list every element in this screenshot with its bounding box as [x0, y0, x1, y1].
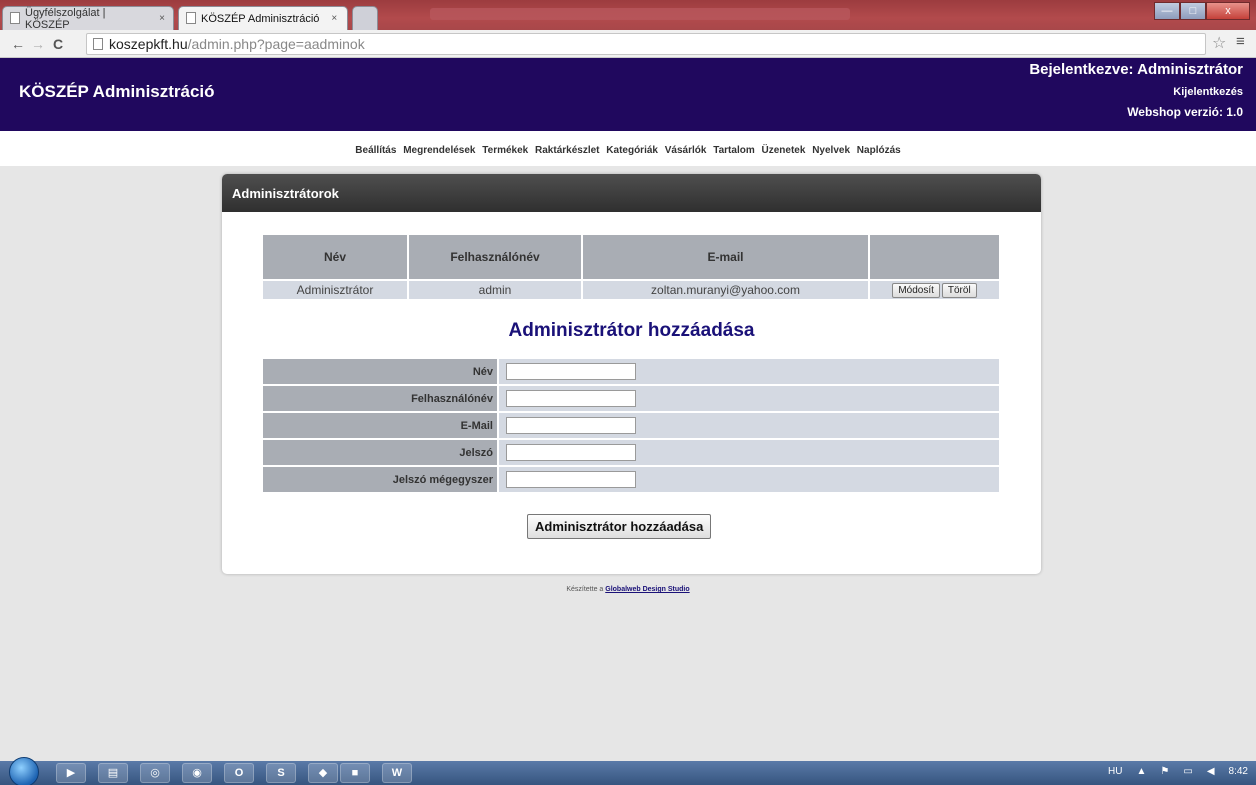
flag-icon[interactable]: ⚑ [1160, 766, 1169, 777]
cell-username: admin [409, 281, 581, 299]
nav-item-megrendelesek[interactable]: Megrendelések [403, 145, 475, 156]
form-row-username: Felhasználónév [263, 386, 999, 411]
save-icon[interactable]: ■ [340, 763, 370, 783]
footer-text: Készítette a [566, 586, 604, 593]
name-input[interactable] [506, 362, 636, 380]
nav-item-raktarkeszlet[interactable]: Raktárkészlet [535, 145, 599, 156]
password-confirm-input[interactable] [506, 470, 636, 488]
browser-toolbar: ← → C koszepkft.hu/admin.php?page=aadmin… [0, 30, 1256, 58]
footer-link[interactable]: Globalweb Design Studio [605, 586, 689, 593]
explorer-icon[interactable]: ▤ [98, 763, 128, 783]
table-row: Adminisztrátor admin zoltan.muranyi@yaho… [263, 281, 999, 299]
address-bar[interactable]: koszepkft.hu/admin.php?page=aadminok [86, 33, 1206, 55]
edit-button[interactable]: Módosít [892, 283, 940, 298]
column-header-name: Név [263, 235, 407, 279]
column-header-username: Felhasználónév [409, 235, 581, 279]
url-host: koszepkft.hu [109, 36, 188, 52]
password-confirm-label: Jelszó mégegyszer [263, 467, 497, 492]
name-label: Név [263, 359, 497, 384]
reload-icon[interactable]: C [48, 36, 68, 52]
column-header-actions [870, 235, 999, 279]
page-icon [186, 12, 196, 24]
nav-item-vasarlok[interactable]: Vásárlók [665, 145, 707, 156]
admins-table: Név Felhasználónév E-mail Adminisztrátor… [261, 233, 1001, 301]
logout-link[interactable]: Kijelentkezés [1029, 86, 1243, 98]
system-tray: HU ▲ ⚑ ▭ ◀ 8:42 [1108, 766, 1248, 777]
form-row-password-confirm: Jelszó mégegyszer [263, 467, 999, 492]
admins-panel: Adminisztrátorok Név Felhasználónév E-ma… [222, 174, 1041, 574]
password-input[interactable] [506, 443, 636, 461]
url-path: /admin.php?page=aadminok [187, 36, 365, 52]
username-input[interactable] [506, 389, 636, 407]
firefox-icon[interactable]: ◉ [182, 763, 212, 783]
add-admin-form: Név Felhasználónév E-Mail Jelszó Jelszó … [261, 357, 1001, 494]
bookmark-star-icon[interactable]: ☆ [1212, 33, 1226, 53]
delete-button[interactable]: Töröl [941, 283, 977, 298]
network-icon[interactable]: ▭ [1183, 766, 1192, 777]
add-admin-button[interactable]: Adminisztrátor hozzáadása [527, 514, 712, 539]
page-icon [10, 12, 20, 24]
forward-icon[interactable]: → [28, 36, 48, 52]
email-input[interactable] [506, 416, 636, 434]
form-row-password: Jelszó [263, 440, 999, 465]
logged-in-label: Bejelentkezve: Adminisztrátor [1029, 61, 1243, 78]
window-title-blur [430, 8, 850, 20]
header-user-info: Bejelentkezve: Adminisztrátor Kijelentke… [1029, 61, 1243, 119]
tab-label: KÖSZÉP Adminisztráció [201, 12, 320, 25]
cell-actions: Módosít Töröl [870, 281, 999, 299]
tab-ugyfelszolgalat[interactable]: Ügyfélszolgálat | KÖSZÉP × [2, 6, 174, 31]
browser-menu-icon[interactable]: ≡ [1236, 33, 1245, 50]
browser-tab-strip: Ügyfélszolgálat | KÖSZÉP × KÖSZÉP Admini… [0, 0, 1256, 31]
paint-icon[interactable]: ◆ [308, 763, 338, 783]
nav-item-uzenetek[interactable]: Üzenetek [762, 145, 806, 156]
maximize-icon[interactable]: □ [1180, 2, 1206, 20]
show-hidden-icons-icon[interactable]: ▲ [1137, 766, 1147, 777]
nav-item-termekek[interactable]: Termékek [482, 145, 528, 156]
tab-koszep-admin[interactable]: KÖSZÉP Adminisztráció × [178, 6, 348, 30]
site-header: KÖSZÉP Adminisztráció Bejelentkezve: Adm… [0, 58, 1256, 131]
nav-item-nyelvek[interactable]: Nyelvek [812, 145, 850, 156]
windows-taskbar: ▶ ▤ ◎ ◉ O S ◆ ■ W HU ▲ ⚑ ▭ ◀ 8:42 [0, 757, 1256, 785]
word-icon[interactable]: W [382, 763, 412, 783]
column-header-email: E-mail [583, 235, 868, 279]
username-label: Felhasználónév [263, 386, 497, 411]
nav-item-tartalom[interactable]: Tartalom [713, 145, 755, 156]
start-button[interactable] [9, 757, 39, 785]
opera-icon[interactable]: O [224, 763, 254, 783]
cell-email: zoltan.muranyi@yahoo.com [583, 281, 868, 299]
nav-item-kategoriak[interactable]: Kategóriák [606, 145, 658, 156]
nav-item-beallitas[interactable]: Beállítás [355, 145, 396, 156]
back-icon[interactable]: ← [8, 36, 28, 52]
clock[interactable]: 8:42 [1229, 766, 1248, 777]
version-label: Webshop verzió: 1.0 [1127, 105, 1243, 119]
new-tab-button[interactable] [352, 6, 378, 30]
nav-item-naplozas[interactable]: Naplózás [857, 145, 901, 156]
chrome-icon[interactable]: ◎ [140, 763, 170, 783]
volume-icon[interactable]: ◀ [1207, 766, 1215, 777]
skype-icon[interactable]: S [266, 763, 296, 783]
main-nav: Beállítás Megrendelések Termékek Raktárk… [0, 145, 1256, 156]
cell-name: Adminisztrátor [263, 281, 407, 299]
form-row-name: Név [263, 359, 999, 384]
email-label: E-Mail [263, 413, 497, 438]
site-title: KÖSZÉP Adminisztráció [19, 82, 215, 101]
page-icon [93, 38, 103, 50]
close-tab-icon[interactable]: × [159, 13, 165, 24]
tab-label: Ügyfélszolgálat | KÖSZÉP [25, 6, 106, 31]
panel-title: Adminisztrátorok [222, 174, 1041, 212]
media-player-icon[interactable]: ▶ [56, 763, 86, 783]
close-tab-icon[interactable]: × [331, 13, 337, 24]
nav-strip: Beállítás Megrendelések Termékek Raktárk… [0, 131, 1256, 166]
window-controls: — □ x [1154, 2, 1250, 20]
table-header-row: Név Felhasználónév E-mail [263, 235, 999, 279]
footer: Készítette a Globalweb Design Studio [0, 586, 1256, 593]
close-window-icon[interactable]: x [1206, 2, 1250, 20]
minimize-icon[interactable]: — [1154, 2, 1180, 20]
language-indicator[interactable]: HU [1108, 766, 1122, 777]
form-row-email: E-Mail [263, 413, 999, 438]
add-admin-heading: Adminisztrátor hozzáadása [508, 320, 755, 341]
password-label: Jelszó [263, 440, 497, 465]
